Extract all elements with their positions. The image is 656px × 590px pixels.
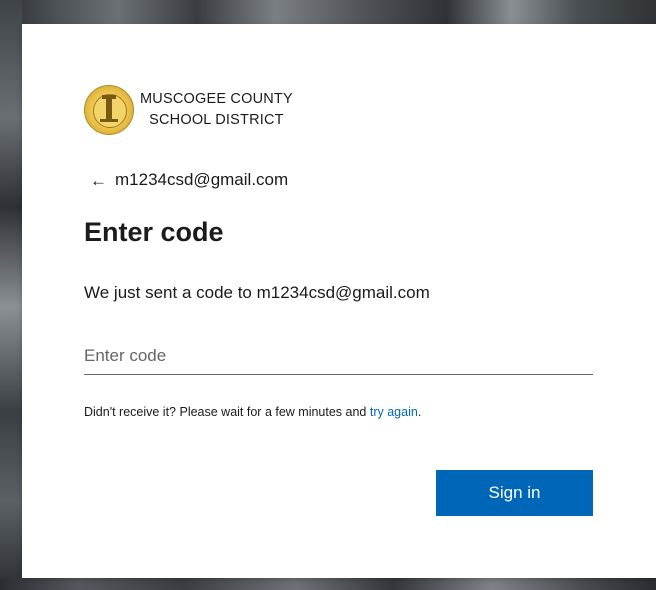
page-title: Enter code — [84, 217, 224, 247]
resend-hint-text: Didn't receive it? Please wait for a few… — [84, 405, 370, 419]
sign-in-card: MUSCOGEE COUNTY SCHOOL DISTRICT ← m1234c… — [22, 24, 656, 578]
resend-hint: Didn't receive it? Please wait for a few… — [84, 405, 421, 419]
background-photo-top — [0, 0, 656, 24]
org-name-line2: SCHOOL DISTRICT — [149, 112, 284, 128]
org-logo: MUSCOGEE COUNTY SCHOOL DISTRICT — [84, 85, 293, 135]
identity-email: m1234csd@gmail.com — [115, 170, 289, 189]
background-photo-left — [0, 0, 22, 590]
try-again-link[interactable]: try again — [370, 405, 418, 419]
page-description: We just sent a code to m1234csd@gmail.co… — [84, 283, 430, 302]
back-arrow-icon: ← — [90, 170, 107, 190]
back-button[interactable]: ← m1234csd@gmail.com — [90, 170, 288, 190]
org-name-line1: MUSCOGEE COUNTY — [140, 91, 293, 107]
resend-hint-period: . — [417, 405, 422, 419]
org-name: MUSCOGEE COUNTY SCHOOL DISTRICT — [140, 89, 293, 131]
background-photo-bottom — [0, 578, 656, 590]
school-district-seal-icon — [84, 85, 134, 135]
sign-in-button[interactable]: Sign in — [436, 470, 593, 516]
code-input[interactable] — [84, 338, 593, 375]
